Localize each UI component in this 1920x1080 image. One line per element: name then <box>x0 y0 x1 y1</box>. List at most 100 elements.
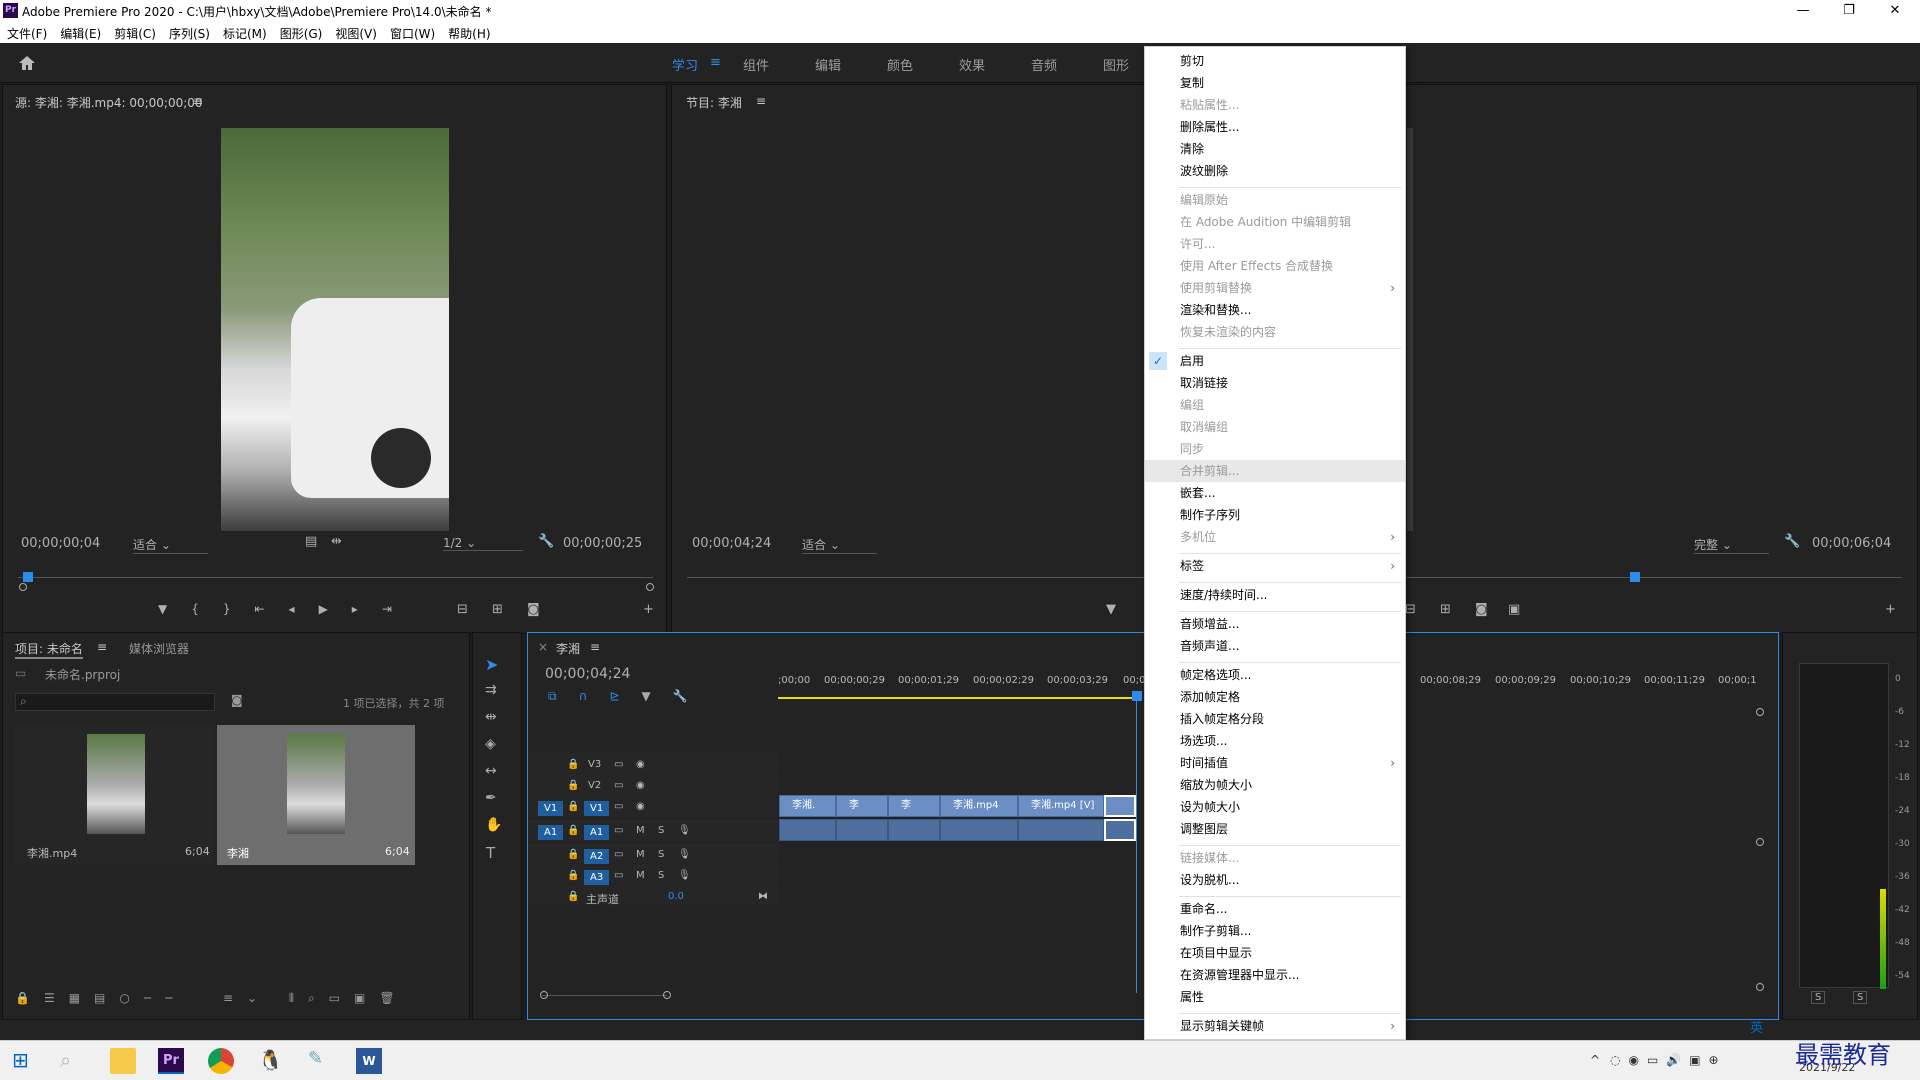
export-frame-icon[interactable]: ◙ <box>527 602 540 617</box>
source-playhead[interactable] <box>23 572 33 582</box>
track-a3[interactable]: 🔒 A3 ▭ M S 🎙 <box>528 864 778 885</box>
context-menu-item[interactable]: 标签 › <box>1145 555 1405 577</box>
menu-file[interactable]: 文件(F) <box>0 22 53 42</box>
h-scroll-left[interactable] <box>540 991 548 999</box>
track-v3[interactable]: 🔒 V3 ▭ ◉ <box>528 753 778 773</box>
menu-view[interactable]: 视图(V) <box>328 22 383 42</box>
sync-icon[interactable]: ▭ <box>614 780 623 791</box>
restore-button[interactable]: ❐ <box>1826 0 1872 22</box>
word-icon[interactable]: W <box>356 1048 382 1074</box>
context-menu-item[interactable]: 复制 <box>1145 72 1405 94</box>
timeline-playhead[interactable] <box>1136 693 1137 993</box>
search-taskbar-icon[interactable]: ⌕ <box>60 1048 86 1074</box>
hand-tool-icon[interactable]: ✋ <box>485 817 502 833</box>
eye-icon[interactable]: ◉ <box>636 801 645 812</box>
context-menu-item[interactable]: 嵌套... <box>1145 482 1405 504</box>
new-bin-search-icon[interactable]: ◙ <box>231 693 243 707</box>
lock-icon[interactable]: 🔒 <box>567 825 579 836</box>
lock-icon[interactable]: 🔒 <box>567 849 579 860</box>
meter-solo-left[interactable]: S <box>1811 991 1826 1004</box>
track-a2[interactable]: 🔒 A2 ▭ M S 🎙 <box>528 843 778 864</box>
program-export-frame-icon[interactable]: ◙ <box>1475 602 1488 617</box>
menu-marker[interactable]: 标记(M) <box>216 22 273 42</box>
context-menu-item[interactable]: 启用 ✓ <box>1145 350 1405 372</box>
project-menu-icon[interactable]: ≡ <box>97 640 107 654</box>
audio-clip[interactable] <box>779 819 836 841</box>
workspace-menu-icon[interactable]: ≡ <box>710 55 721 70</box>
solo-button[interactable]: S <box>658 870 664 881</box>
type-tool-icon[interactable]: T <box>486 844 495 862</box>
context-menu-item[interactable]: 剪切 <box>1145 50 1405 72</box>
source-zoom-right[interactable] <box>646 583 654 591</box>
slip-tool-icon[interactable]: ↔ <box>485 763 497 779</box>
context-menu-item[interactable]: 渲染和替换... <box>1145 299 1405 321</box>
video-clip[interactable]: 李湘.mp4 [V] <box>1018 795 1104 817</box>
source-wrench-icon[interactable]: 🔧 <box>538 534 554 549</box>
context-menu-item[interactable]: 显示剪辑关键帧 › <box>1145 1015 1405 1037</box>
source-panel-menu-icon[interactable]: ≡ <box>193 94 203 108</box>
context-menu-item[interactable]: 属性 <box>1145 986 1405 1008</box>
windows-start-icon[interactable]: ⊞ <box>12 1048 38 1074</box>
video-clip[interactable]: 李 <box>888 795 940 817</box>
chrome-icon[interactable] <box>208 1048 234 1074</box>
lock-icon[interactable]: 🔒 <box>567 759 579 770</box>
context-menu-item[interactable]: 缩放为帧大小 <box>1145 774 1405 796</box>
context-menu-item[interactable]: 音频增益... <box>1145 613 1405 635</box>
v-scroll-handle[interactable] <box>1756 838 1764 846</box>
workspace-color[interactable]: 颜色 <box>887 55 913 74</box>
eye-icon[interactable]: ◉ <box>636 780 645 791</box>
home-icon[interactable] <box>18 55 36 71</box>
track-a1[interactable]: A1 🔒 A1 ▭ M S 🎙 <box>528 819 778 841</box>
sync-icon[interactable]: ▭ <box>614 801 623 812</box>
menu-help[interactable]: 帮助(H) <box>441 22 496 42</box>
context-menu-item[interactable]: 清除 <box>1145 138 1405 160</box>
pen-tool-icon[interactable]: ✒ <box>485 790 497 806</box>
drag-video-icon[interactable]: ⇹ <box>331 534 342 549</box>
source-patch-a1[interactable]: A1 <box>538 825 564 840</box>
sync-icon[interactable]: ▭ <box>614 870 623 881</box>
context-menu-item[interactable]: 添加帧定格 <box>1145 686 1405 708</box>
context-menu-item[interactable]: 波纹删除 <box>1145 160 1405 182</box>
project-item-clip[interactable]: 李湘.mp4 6;04 <box>15 725 215 865</box>
selected-video-clip[interactable] <box>1104 795 1136 817</box>
menu-sequence[interactable]: 序列(S) <box>162 22 216 42</box>
source-zoom-left[interactable] <box>19 583 27 591</box>
file-explorer-icon[interactable] <box>110 1048 136 1074</box>
source-transport-controls[interactable]: ▼{}⇤◂▶▸⇥ <box>158 602 416 616</box>
source-res-dropdown[interactable]: 1/2 ⌄ <box>443 536 523 551</box>
program-playhead[interactable] <box>1630 572 1640 582</box>
master-end-icon[interactable]: ⧓ <box>758 891 768 902</box>
timeline-tab[interactable]: 李湘 <box>556 640 580 657</box>
sync-icon[interactable]: ▭ <box>614 849 623 860</box>
project-item-sequence[interactable]: 李湘 6;04 <box>217 725 415 865</box>
track-v2[interactable]: 🔒 V2 ▭ ◉ <box>528 774 778 794</box>
sync-icon[interactable]: ▭ <box>614 825 623 836</box>
track-select-tool-icon[interactable]: ⇉ <box>485 682 497 698</box>
program-wrench-icon[interactable]: 🔧 <box>1784 534 1800 549</box>
razor-tool-icon[interactable]: ◈ <box>485 736 496 752</box>
extract-icon[interactable]: ⊞ <box>1440 602 1451 617</box>
mute-button[interactable]: M <box>636 849 645 860</box>
mute-button[interactable]: M <box>636 870 645 881</box>
meter-solo-right[interactable]: S <box>1853 991 1868 1004</box>
video-clip[interactable]: 李 <box>836 795 888 817</box>
audio-clip[interactable] <box>1018 819 1104 841</box>
workspace-editing[interactable]: 编辑 <box>815 55 841 74</box>
context-menu-item[interactable]: 设为脱机... <box>1145 869 1405 891</box>
project-search-input[interactable]: ⌕ <box>15 693 215 711</box>
audio-clip[interactable] <box>940 819 1018 841</box>
timeline-menu-icon[interactable]: ≡ <box>590 640 600 654</box>
context-menu-item[interactable]: 删除属性... <box>1145 116 1405 138</box>
track-label[interactable]: A2 <box>584 849 610 864</box>
menu-clip[interactable]: 剪辑(C) <box>107 22 162 42</box>
tray-icons[interactable]: ◌◉▭🔊▣⊕ <box>1610 1053 1727 1067</box>
video-clip[interactable]: 李湘.mp4 <box>940 795 1018 817</box>
context-menu-item[interactable]: 在资源管理器中显示... <box>1145 964 1405 986</box>
project-tab[interactable]: 项目: 未命名 <box>15 640 83 659</box>
selected-audio-clip[interactable] <box>1104 819 1136 841</box>
insert-icon[interactable]: ⊟ <box>457 602 468 617</box>
timeline-toolbar[interactable]: ⧉∩⊵▼🔧 <box>548 689 710 704</box>
context-menu-item[interactable]: 速度/持续时间... <box>1145 584 1405 606</box>
program-fit-dropdown[interactable]: 适合 ⌄ <box>802 536 877 554</box>
context-menu-item[interactable]: 重命名... <box>1145 898 1405 920</box>
